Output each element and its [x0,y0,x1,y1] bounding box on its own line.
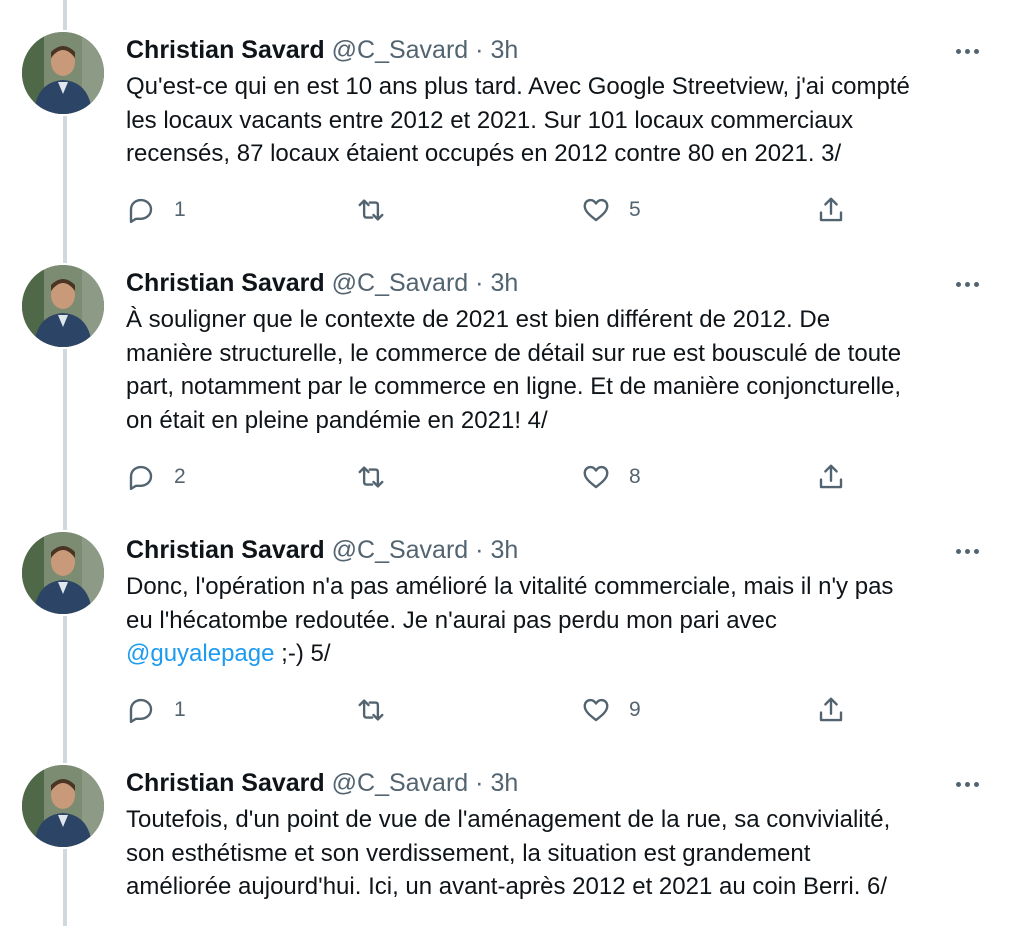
tweet-text: Toutefois, d'un point de vue de l'aménag… [126,803,986,904]
retweet-button[interactable] [356,460,404,494]
like-count: 8 [629,465,641,488]
share-button[interactable] [816,460,846,494]
tweet-text: À souligner que le contexte de 2021 est … [126,303,986,437]
separator: · [475,536,484,564]
more-icon[interactable] [956,765,986,801]
tweet-header: Christian Savard @C_Savard · 3h [126,765,518,801]
tweet-line: eu l'hécatombe redoutée. Je n'aurai pas … [126,606,777,634]
more-icon[interactable] [956,532,986,568]
author-handle[interactable]: @C_Savard [332,769,469,797]
reply-button[interactable]: 1 [126,693,186,727]
tweet-line: manière structurelle, le commerce de dét… [126,339,902,367]
tweet[interactable]: Christian Savard @C_Savard · 3h Qu'est-c… [0,32,1028,232]
timestamp[interactable]: 3h [490,269,518,297]
tweet[interactable]: Christian Savard @C_Savard · 3h À soulig… [0,265,1028,499]
author-name[interactable]: Christian Savard [126,269,325,297]
tweet-header: Christian Savard @C_Savard · 3h [126,265,518,301]
heart-icon [583,198,609,222]
like-count: 9 [629,698,641,721]
tweet-header: Christian Savard @C_Savard · 3h [126,32,518,68]
thread-line [63,0,67,30]
tweet-text: Qu'est-ce qui en est 10 ans plus tard. A… [126,70,986,171]
like-button[interactable]: 9 [581,693,641,727]
retweet-icon [358,699,384,721]
heart-icon [583,698,609,722]
share-button[interactable] [816,693,846,727]
separator: · [475,36,484,64]
author-handle[interactable]: @C_Savard [332,36,469,64]
share-icon [819,464,843,489]
tweet-line: améliorée aujourd'hui. Ici, un avant-apr… [126,873,888,900]
tweet[interactable]: Christian Savard @C_Savard · 3h Toutefoi… [0,765,1028,926]
tweet-line: recensés, 87 locaux étaient occupés en 2… [126,140,842,167]
like-count: 5 [629,198,641,221]
share-icon [819,697,843,722]
tweet-line: part, notamment par le commerce en ligne… [126,373,902,400]
avatar[interactable] [22,265,104,347]
reply-count: 1 [174,698,186,721]
reply-count: 2 [174,465,186,488]
like-button[interactable]: 8 [581,460,641,494]
retweet-icon [358,466,384,488]
reply-button[interactable]: 2 [126,460,186,494]
timestamp[interactable]: 3h [490,769,518,797]
tweet-actions: 1 9 [126,693,866,727]
tweet-line: Toutefois, d'un point de vue de l'aménag… [126,806,891,833]
retweet-button[interactable] [356,193,404,227]
tweet[interactable]: Christian Savard @C_Savard · 3h Donc, l'… [0,532,1028,732]
tweet-line: @guyalepage ;-) 5/ [126,637,986,671]
tweet-text: Donc, l'opération n'a pas amélioré la vi… [126,570,986,671]
tweet-line: Qu'est-ce qui en est 10 ans plus tard. A… [126,73,910,100]
tweet-actions: 1 5 [126,193,866,227]
tweet-actions: 2 8 [126,460,866,494]
tweet-header: Christian Savard @C_Savard · 3h [126,532,518,568]
author-name[interactable]: Christian Savard [126,36,325,64]
tweet-line: les locaux vacants entre 2012 et 2021. S… [126,106,854,134]
author-handle[interactable]: @C_Savard [332,536,469,564]
retweet-button[interactable] [356,693,404,727]
separator: · [475,269,484,297]
author-handle[interactable]: @C_Savard [332,269,469,297]
reply-icon [129,465,153,491]
share-button[interactable] [816,193,846,227]
tweet-line: À souligner que le contexte de 2021 est … [126,306,831,333]
tweet-text-tail: ;-) 5/ [274,640,331,667]
separator: · [475,769,484,797]
author-name[interactable]: Christian Savard [126,769,325,797]
avatar[interactable] [22,765,104,847]
more-icon[interactable] [956,32,986,68]
heart-icon [583,465,609,489]
reply-icon [129,198,153,224]
avatar[interactable] [22,32,104,114]
timestamp[interactable]: 3h [490,36,518,64]
reply-count: 1 [174,198,186,221]
retweet-icon [358,199,384,221]
tweet-line: on était en pleine pandémie en 2021! 4/ [126,406,548,434]
tweet-line: Donc, l'opération n'a pas amélioré la vi… [126,573,894,600]
mention-link[interactable]: @guyalepage [126,640,274,667]
timestamp[interactable]: 3h [490,536,518,564]
share-icon [819,197,843,222]
reply-icon [129,698,153,724]
reply-button[interactable]: 1 [126,193,186,227]
author-name[interactable]: Christian Savard [126,536,325,564]
tweet-line: son esthétisme et son verdissement, la s… [126,839,811,867]
more-icon[interactable] [956,265,986,301]
like-button[interactable]: 5 [581,193,641,227]
avatar[interactable] [22,532,104,614]
